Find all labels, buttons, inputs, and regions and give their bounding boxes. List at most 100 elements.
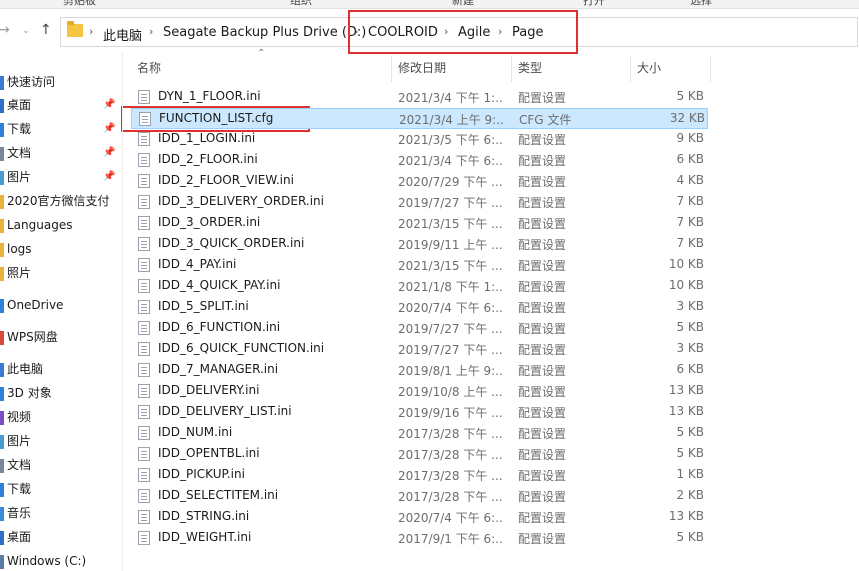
file-name: FUNCTION_LIST.cfg bbox=[159, 111, 274, 125]
sidebar-item-label: Windows (C:) bbox=[7, 554, 87, 568]
sidebar-item-pictures[interactable]: 图片 bbox=[0, 167, 31, 187]
up-arrow-icon[interactable]: ↑ bbox=[40, 22, 52, 38]
sidebar-item-icon bbox=[0, 386, 4, 401]
file-row[interactable]: IDD_WEIGHT.ini 2017/9/1 下午 6:... 配置设置 5 KB bbox=[131, 528, 708, 549]
config-file-icon bbox=[138, 153, 150, 167]
config-file-icon bbox=[138, 510, 150, 524]
breadcrumb-separator-icon[interactable]: › bbox=[149, 25, 153, 38]
sidebar-item-label: 文档 bbox=[7, 146, 32, 160]
file-row[interactable]: IDD_6_FUNCTION.ini 2019/7/27 下午 ... 配置设置 5 … bbox=[131, 318, 708, 339]
column-header-type[interactable]: 类型 bbox=[518, 58, 542, 80]
file-row[interactable]: IDD_1_LOGIN.ini 2021/3/5 下午 6:... 配置设置 9 KB bbox=[131, 129, 708, 150]
forward-arrow-icon[interactable]: → bbox=[0, 22, 10, 38]
column-divider[interactable] bbox=[511, 56, 512, 82]
sidebar-item-this-pc[interactable]: 此电脑 bbox=[0, 359, 43, 379]
breadcrumb-separator-icon[interactable]: › bbox=[89, 25, 93, 38]
file-type: 配置设置 bbox=[518, 301, 567, 315]
sidebar-item-pictures-pc[interactable]: 图片 bbox=[0, 431, 31, 451]
sidebar-item-wps-cloud[interactable]: WPS网盘 bbox=[0, 327, 58, 347]
sidebar-item-videos[interactable]: 视频 bbox=[0, 407, 31, 427]
sidebar-item-label: 图片 bbox=[7, 434, 32, 448]
file-type: 配置设置 bbox=[518, 91, 567, 105]
file-row[interactable]: IDD_PICKUP.ini 2017/3/28 下午 ... 配置设置 1 KB bbox=[131, 465, 708, 486]
annotation-box-path bbox=[348, 10, 578, 54]
sidebar-item-logs[interactable]: logs bbox=[0, 239, 32, 259]
config-file-icon bbox=[138, 447, 150, 461]
column-divider[interactable] bbox=[630, 56, 631, 82]
file-name: IDD_DELIVERY_LIST.ini bbox=[158, 404, 292, 418]
file-row[interactable]: IDD_4_QUICK_PAY.ini 2021/1/8 下午 1:... 配置设置… bbox=[131, 276, 708, 297]
sidebar-item-onedrive[interactable]: OneDrive bbox=[0, 295, 63, 315]
sort-ascending-icon: ⌃ bbox=[257, 48, 266, 59]
recent-locations-chevron-icon[interactable]: ⌄ bbox=[22, 26, 30, 36]
sidebar-item-icon bbox=[0, 146, 4, 161]
file-type: 配置设置 bbox=[518, 490, 567, 504]
file-row[interactable]: IDD_3_ORDER.ini 2021/3/15 下午 ... 配置设置 7 KB bbox=[131, 213, 708, 234]
sidebar-item-wechat-pay-2020[interactable]: 2020官方微信支付 bbox=[0, 191, 110, 211]
sidebar-item-quick-access[interactable]: 快速访问 bbox=[0, 72, 55, 92]
file-type: 配置设置 bbox=[518, 196, 567, 210]
column-divider[interactable] bbox=[710, 56, 711, 82]
sidebar-item-icon bbox=[0, 98, 4, 113]
file-row[interactable]: IDD_4_PAY.ini 2021/3/15 下午 ... 配置设置 10 KB bbox=[131, 255, 708, 276]
sidebar-item-photos[interactable]: 照片 bbox=[0, 263, 31, 283]
file-row[interactable]: IDD_7_MANAGER.ini 2019/8/1 上午 9:... 配置设置 6 … bbox=[131, 360, 708, 381]
file-row[interactable]: IDD_SELECTITEM.ini 2017/3/28 下午 ... 配置设置 2 … bbox=[131, 486, 708, 507]
file-row[interactable]: IDD_DELIVERY.ini 2019/10/8 上午 ... 配置设置 13 K… bbox=[131, 381, 708, 402]
file-row[interactable]: FUNCTION_LIST.cfg 2021/3/4 上午 9:... CFG 文件… bbox=[131, 108, 708, 129]
file-modified-date: 2020/7/29 下午 ... bbox=[398, 175, 503, 189]
file-row[interactable]: IDD_3_DELIVERY_ORDER.ini 2019/7/27 下午 ...… bbox=[131, 192, 708, 213]
sidebar-item-icon bbox=[0, 458, 4, 473]
file-type: 配置设置 bbox=[518, 259, 567, 273]
sidebar-item-music[interactable]: 音乐 bbox=[0, 503, 31, 523]
column-header-name[interactable]: 名称 bbox=[137, 58, 161, 80]
sidebar-item-downloads-pc[interactable]: 下载 bbox=[0, 479, 31, 499]
sidebar-item-icon bbox=[0, 170, 4, 185]
file-modified-date: 2017/3/28 下午 ... bbox=[398, 469, 503, 483]
file-size: 10 KB bbox=[668, 278, 704, 292]
sidebar-item-label: 快速访问 bbox=[7, 75, 56, 89]
file-size: 5 KB bbox=[676, 446, 704, 460]
sidebar-item-icon bbox=[0, 75, 4, 90]
breadcrumb-this-pc[interactable]: 此电脑 bbox=[103, 25, 142, 44]
file-row[interactable]: IDD_6_QUICK_FUNCTION.ini 2019/7/27 下午 ...… bbox=[131, 339, 708, 360]
file-row[interactable]: IDD_STRING.ini 2020/7/4 下午 6:... 配置设置 13 KB bbox=[131, 507, 708, 528]
file-row[interactable]: IDD_NUM.ini 2017/3/28 下午 ... 配置设置 5 KB bbox=[131, 423, 708, 444]
sidebar-item-3d-objects[interactable]: 3D 对象 bbox=[0, 383, 52, 403]
file-modified-date: 2021/3/4 下午 1:... bbox=[398, 91, 504, 105]
file-row[interactable]: IDD_OPENTBL.ini 2017/3/28 下午 ... 配置设置 5 KB bbox=[131, 444, 708, 465]
sidebar-item-documents-pc[interactable]: 文档 bbox=[0, 455, 31, 475]
sidebar-item-icon bbox=[0, 554, 4, 569]
sidebar-item-label: 下载 bbox=[7, 122, 32, 136]
file-size: 7 KB bbox=[676, 194, 704, 208]
file-name: IDD_STRING.ini bbox=[158, 509, 250, 523]
file-size: 1 KB bbox=[676, 467, 704, 481]
sidebar-item-windows-c[interactable]: Windows (C:) bbox=[0, 551, 86, 571]
column-divider[interactable] bbox=[391, 56, 392, 82]
file-type: 配置设置 bbox=[518, 175, 567, 189]
sidebar-item-downloads[interactable]: 下载 bbox=[0, 119, 31, 139]
file-size: 13 KB bbox=[668, 509, 704, 523]
pane-splitter[interactable] bbox=[122, 52, 123, 571]
column-header-size[interactable]: 大小 bbox=[637, 58, 661, 80]
file-type: 配置设置 bbox=[518, 154, 567, 168]
file-row[interactable]: DYN_1_FLOOR.ini 2021/3/4 下午 1:... 配置设置 5 KB bbox=[131, 87, 708, 108]
sidebar-item-desktop[interactable]: 桌面 bbox=[0, 95, 31, 115]
breadcrumb-drive[interactable]: Seagate Backup Plus Drive (D:) bbox=[163, 25, 366, 40]
file-row[interactable]: IDD_5_SPLIT.ini 2020/7/4 下午 6:... 配置设置 3 KB bbox=[131, 297, 708, 318]
file-modified-date: 2021/3/15 下午 ... bbox=[398, 259, 503, 273]
file-row[interactable]: IDD_2_FLOOR.ini 2021/3/4 下午 6:... 配置设置 6 KB bbox=[131, 150, 708, 171]
file-row[interactable]: IDD_DELIVERY_LIST.ini 2019/9/16 下午 ... 配置设… bbox=[131, 402, 708, 423]
file-row[interactable]: IDD_2_FLOOR_VIEW.ini 2020/7/29 下午 ... 配置设置… bbox=[131, 171, 708, 192]
ribbon-strip: 剪贴板 组织 新建 打开 选择 bbox=[0, 0, 859, 9]
file-modified-date: 2019/7/27 下午 ... bbox=[398, 322, 503, 336]
sidebar-item-documents[interactable]: 文档 bbox=[0, 143, 31, 163]
sidebar-item-icon bbox=[0, 530, 4, 545]
file-type: 配置设置 bbox=[518, 133, 567, 147]
file-row[interactable]: IDD_3_QUICK_ORDER.ini 2019/9/11 上午 ... 配置设… bbox=[131, 234, 708, 255]
sidebar-item-languages[interactable]: Languages bbox=[0, 215, 72, 235]
pin-icon: 📌 bbox=[103, 147, 116, 158]
column-header-date[interactable]: 修改日期 bbox=[398, 58, 446, 80]
sidebar-item-desktop-pc[interactable]: 桌面 bbox=[0, 527, 31, 547]
sidebar-item-label: 音乐 bbox=[7, 506, 32, 520]
